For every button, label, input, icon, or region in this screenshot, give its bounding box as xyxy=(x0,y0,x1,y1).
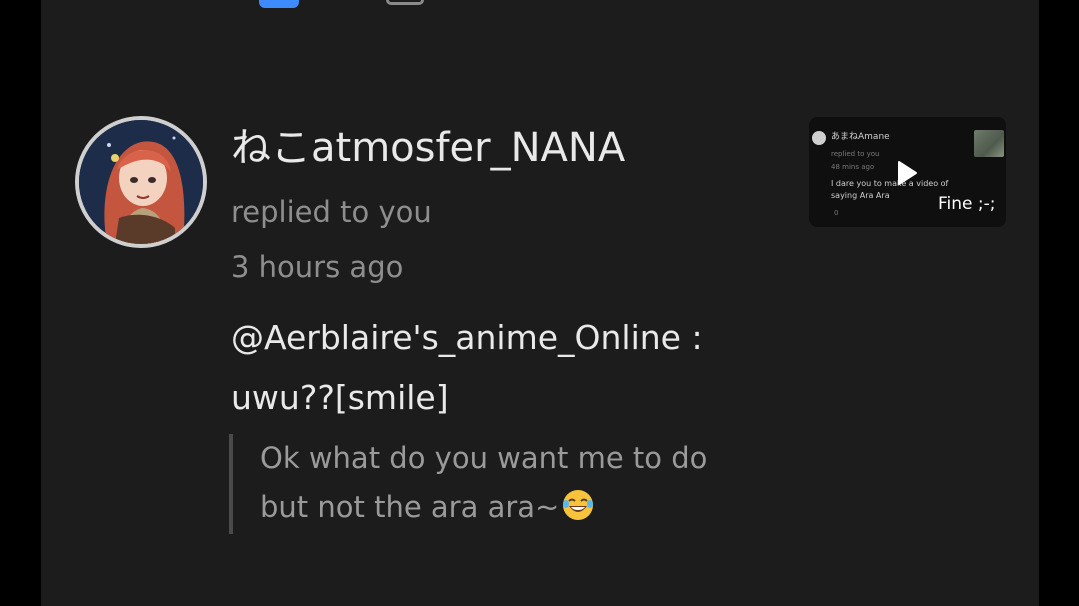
timestamp: 3 hours ago xyxy=(231,250,404,284)
username[interactable]: ねこatmosfer_NANA xyxy=(231,122,625,174)
thumbnail-username: あまねAmane xyxy=(831,132,890,142)
video-thumbnail[interactable]: あまねAmane replied to you 48 mins ago I da… xyxy=(809,117,1006,227)
notification-action: replied to you xyxy=(231,195,432,229)
reply-text[interactable]: @Aerblaire's_anime_Online : uwu??[smile] xyxy=(231,308,831,428)
play-icon[interactable] xyxy=(892,159,920,187)
message-icon[interactable] xyxy=(259,0,299,8)
thumbnail-action: replied to you xyxy=(831,150,880,158)
quote-line: but not the ara ara~ xyxy=(260,490,560,524)
quoted-comment: Ok what do you want me to do but not the… xyxy=(229,434,789,534)
document-icon[interactable] xyxy=(386,0,424,5)
reply-line: uwu??[smile] xyxy=(231,378,449,417)
avatar[interactable] xyxy=(75,116,207,248)
thumbnail-count: 0 xyxy=(834,209,839,217)
notification-panel: ねこatmosfer_NANA replied to you 3 hours a… xyxy=(41,0,1039,606)
thumbnail-image xyxy=(974,130,1004,157)
thumbnail-avatar xyxy=(812,131,826,145)
reply-line: @Aerblaire's_anime_Online : xyxy=(231,318,703,357)
thumbnail-time: 48 mins ago xyxy=(831,163,875,171)
avatar-image xyxy=(79,120,203,244)
quote-line-with-emoji: but not the ara ara~ xyxy=(260,483,789,532)
quote-line: Ok what do you want me to do xyxy=(260,441,708,475)
face-with-tears-of-joy-emoji xyxy=(563,490,594,520)
thumbnail-caption: Fine ;-; xyxy=(938,194,996,214)
